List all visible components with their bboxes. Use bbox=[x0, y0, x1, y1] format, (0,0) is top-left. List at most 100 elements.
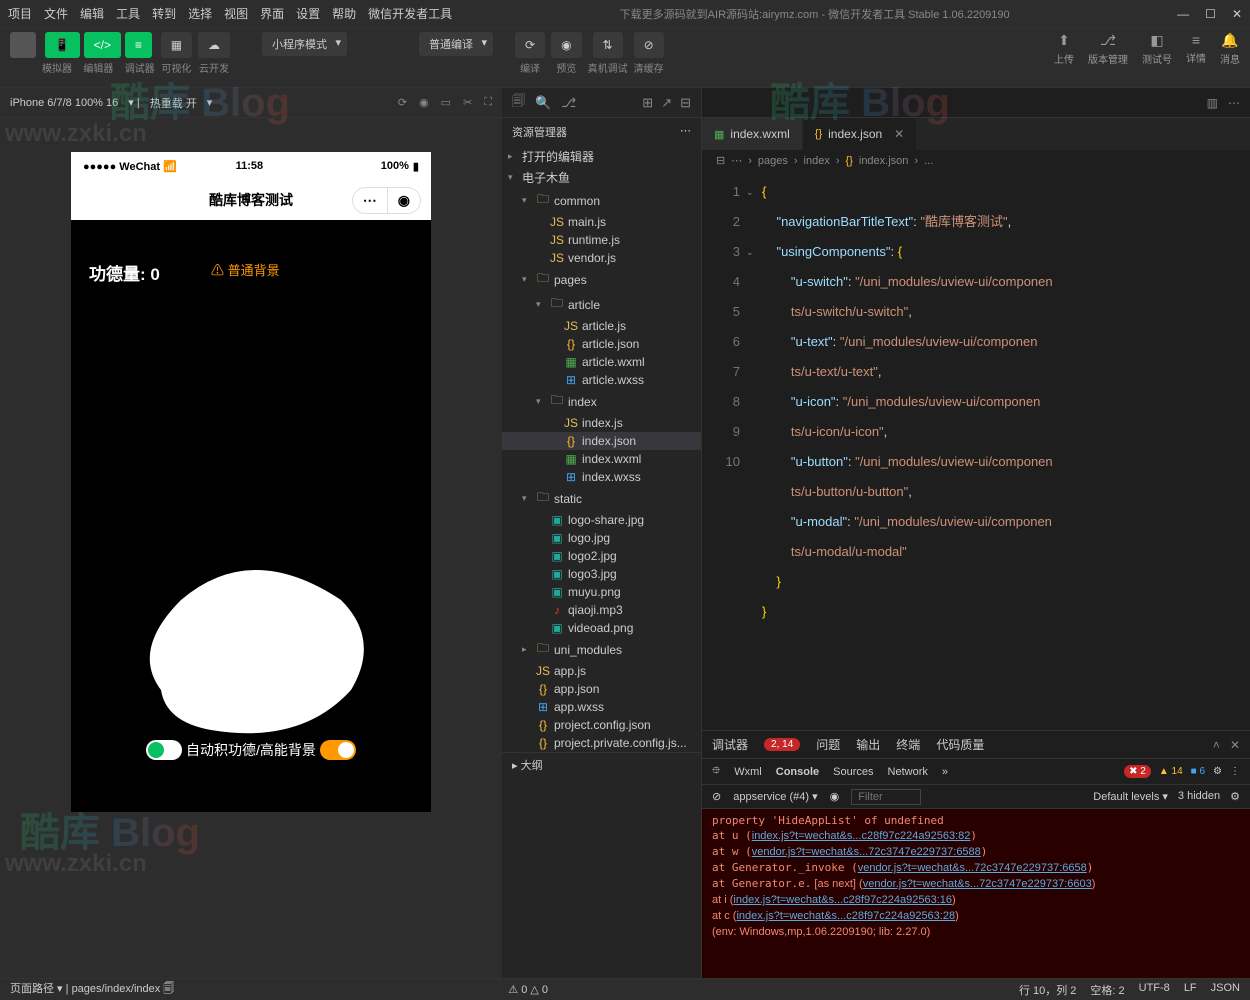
avatar[interactable] bbox=[10, 32, 36, 58]
file-item[interactable]: ⊞app.wxss bbox=[502, 698, 701, 716]
preview-button[interactable]: ◉ bbox=[551, 32, 581, 58]
folder-article[interactable]: ▾🗀article bbox=[502, 292, 701, 317]
file-item[interactable]: {}app.json bbox=[502, 680, 701, 698]
file-item[interactable]: JSarticle.js bbox=[502, 317, 701, 335]
cloud-button[interactable]: ☁ bbox=[198, 32, 230, 58]
file-item[interactable]: ⊞index.wxss bbox=[502, 468, 701, 486]
file-item[interactable]: {}project.config.json bbox=[502, 716, 701, 734]
hotreload-label[interactable]: 热重载 开 bbox=[150, 95, 197, 111]
close-icon[interactable]: ✕ bbox=[1232, 7, 1242, 21]
more-tabs-icon[interactable]: » bbox=[942, 766, 948, 778]
visualize-button[interactable]: ▦ bbox=[161, 32, 192, 58]
context-select[interactable]: appservice (#4) ▾ bbox=[733, 790, 817, 803]
menu-project[interactable]: 项目 bbox=[8, 5, 32, 22]
menu-select[interactable]: 选择 bbox=[188, 5, 212, 22]
console-tab[interactable]: Console bbox=[776, 766, 819, 778]
wxml-tab[interactable]: Wxml bbox=[734, 766, 762, 778]
settings-icon[interactable]: ⚙ bbox=[1213, 766, 1222, 777]
file-item[interactable]: JSvendor.js bbox=[502, 249, 701, 267]
muyu-image[interactable] bbox=[121, 550, 381, 750]
cut-icon[interactable]: ✂ bbox=[463, 96, 472, 109]
more-icon[interactable]: ↗ bbox=[661, 95, 672, 111]
menu-help[interactable]: 帮助 bbox=[332, 5, 356, 22]
output-tab[interactable]: 输出 bbox=[856, 736, 880, 753]
network-tab[interactable]: Network bbox=[888, 766, 928, 778]
close-tab-icon[interactable]: ✕ bbox=[894, 127, 904, 141]
breadcrumb[interactable]: ⊟⋯› pages› index› {}index.json› ... bbox=[702, 150, 1250, 171]
hidden-count[interactable]: 3 hidden bbox=[1178, 790, 1220, 803]
file-item[interactable]: ▣logo3.jpg bbox=[502, 565, 701, 583]
open-editors-section[interactable]: ▸打开的编辑器 bbox=[502, 146, 701, 167]
panel-up-icon[interactable]: ˄ bbox=[1213, 738, 1220, 752]
minimize-icon[interactable]: — bbox=[1177, 7, 1189, 21]
quality-tab[interactable]: 代码质量 bbox=[936, 736, 984, 753]
error-count[interactable]: ✖ 2 bbox=[1124, 765, 1151, 778]
levels-select[interactable]: Default levels ▾ bbox=[1093, 790, 1168, 803]
file-item[interactable]: ▦index.wxml bbox=[502, 450, 701, 468]
inspect-icon[interactable]: ⯐ bbox=[712, 762, 720, 781]
outline-section[interactable]: ▸ 大纲 bbox=[502, 752, 701, 777]
issues-status[interactable]: ⚠ 0 △ 0 bbox=[508, 983, 548, 996]
files-icon[interactable]: 🗐 bbox=[512, 92, 525, 114]
warning-count[interactable]: ▲ 14 bbox=[1159, 766, 1183, 777]
menu-view[interactable]: 视图 bbox=[224, 5, 248, 22]
editor-more-icon[interactable]: ⋯ bbox=[1228, 96, 1240, 110]
mode-select[interactable]: 小程序模式 bbox=[262, 32, 347, 56]
background-button[interactable]: ⚠ 普通背景 bbox=[211, 260, 280, 279]
panel-close-icon[interactable]: ✕ bbox=[1230, 738, 1240, 752]
encoding-status[interactable]: UTF-8 bbox=[1139, 982, 1170, 998]
search-icon[interactable]: 🔍 bbox=[535, 95, 551, 111]
file-item[interactable]: JSmain.js bbox=[502, 213, 701, 231]
console-output[interactable]: property 'HideAppList' of undefined at u… bbox=[702, 809, 1250, 980]
debugger-button[interactable]: ≡ bbox=[125, 32, 152, 58]
info-count[interactable]: ■ 6 bbox=[1191, 766, 1205, 777]
language-status[interactable]: JSON bbox=[1211, 982, 1240, 998]
clearcache-button[interactable]: ⊘ bbox=[634, 32, 664, 58]
terminal-tab[interactable]: 终端 bbox=[896, 736, 920, 753]
filter-input[interactable] bbox=[851, 789, 921, 805]
capsule-buttons[interactable]: ⋯◉ bbox=[352, 187, 421, 214]
expand-icon[interactable]: ⛶ bbox=[484, 96, 492, 109]
problems-tab[interactable]: 问题 bbox=[816, 736, 840, 753]
remote-button[interactable]: ⇅ bbox=[593, 32, 623, 58]
menu-file[interactable]: 文件 bbox=[44, 5, 68, 22]
version-button[interactable]: ⎇版本管理 bbox=[1088, 32, 1128, 66]
eye-icon[interactable]: ◉ bbox=[830, 790, 840, 803]
file-item[interactable]: ▣logo-share.jpg bbox=[502, 511, 701, 529]
file-item[interactable]: ▣logo.jpg bbox=[502, 529, 701, 547]
menu-goto[interactable]: 转到 bbox=[152, 5, 176, 22]
menu-edit[interactable]: 编辑 bbox=[80, 5, 104, 22]
menu-wechat[interactable]: 微信开发者工具 bbox=[368, 5, 452, 22]
compile-button[interactable]: ⟳ bbox=[515, 32, 545, 58]
folder-pages[interactable]: ▾🗀pages bbox=[502, 267, 701, 292]
file-item[interactable]: ♪qiaoji.mp3 bbox=[502, 601, 701, 619]
console-settings-icon[interactable]: ⚙ bbox=[1230, 790, 1240, 803]
simulator-button[interactable]: 📱 bbox=[45, 32, 80, 58]
code-editor[interactable]: ⌄ ⌄ 12345678910 { "navigationBarTitleTex… bbox=[702, 171, 1250, 730]
file-item[interactable]: ▣logo2.jpg bbox=[502, 547, 701, 565]
high-bg-switch[interactable] bbox=[320, 740, 356, 760]
menu-tools[interactable]: 工具 bbox=[116, 5, 140, 22]
menu-interface[interactable]: 界面 bbox=[260, 5, 284, 22]
phone-icon[interactable]: ▭ bbox=[441, 96, 451, 109]
folder-static[interactable]: ▾🗀static bbox=[502, 486, 701, 511]
file-item[interactable]: {}index.json bbox=[502, 432, 701, 450]
indent-status[interactable]: 空格: 2 bbox=[1090, 982, 1124, 998]
auto-merit-switch[interactable] bbox=[146, 740, 182, 760]
messages-button[interactable]: 🔔消息 bbox=[1220, 32, 1240, 66]
file-item[interactable]: ▣videoad.png bbox=[502, 619, 701, 637]
menu-settings[interactable]: 设置 bbox=[296, 5, 320, 22]
file-item[interactable]: JSindex.js bbox=[502, 414, 701, 432]
tab-wxml[interactable]: ▦index.wxml bbox=[702, 118, 803, 150]
tab-json[interactable]: {}index.json✕ bbox=[803, 118, 917, 150]
folder-index[interactable]: ▾🗀index bbox=[502, 389, 701, 414]
debugger-tab[interactable]: 调试器 bbox=[712, 736, 748, 753]
device-select[interactable]: iPhone 6/7/8 100% 16 bbox=[10, 97, 118, 109]
cursor-pos[interactable]: 行 10，列 2 bbox=[1019, 982, 1076, 998]
file-item[interactable]: JSruntime.js bbox=[502, 231, 701, 249]
file-item[interactable]: {}article.json bbox=[502, 335, 701, 353]
testacct-button[interactable]: ◧测试号 bbox=[1142, 32, 1172, 66]
devtools-more-icon[interactable]: ⋮ bbox=[1230, 766, 1240, 777]
split-icon[interactable]: ▥ bbox=[1207, 96, 1218, 110]
path-label[interactable]: 页面路径 ▾ | pages/index/index 🗐 bbox=[10, 980, 174, 999]
